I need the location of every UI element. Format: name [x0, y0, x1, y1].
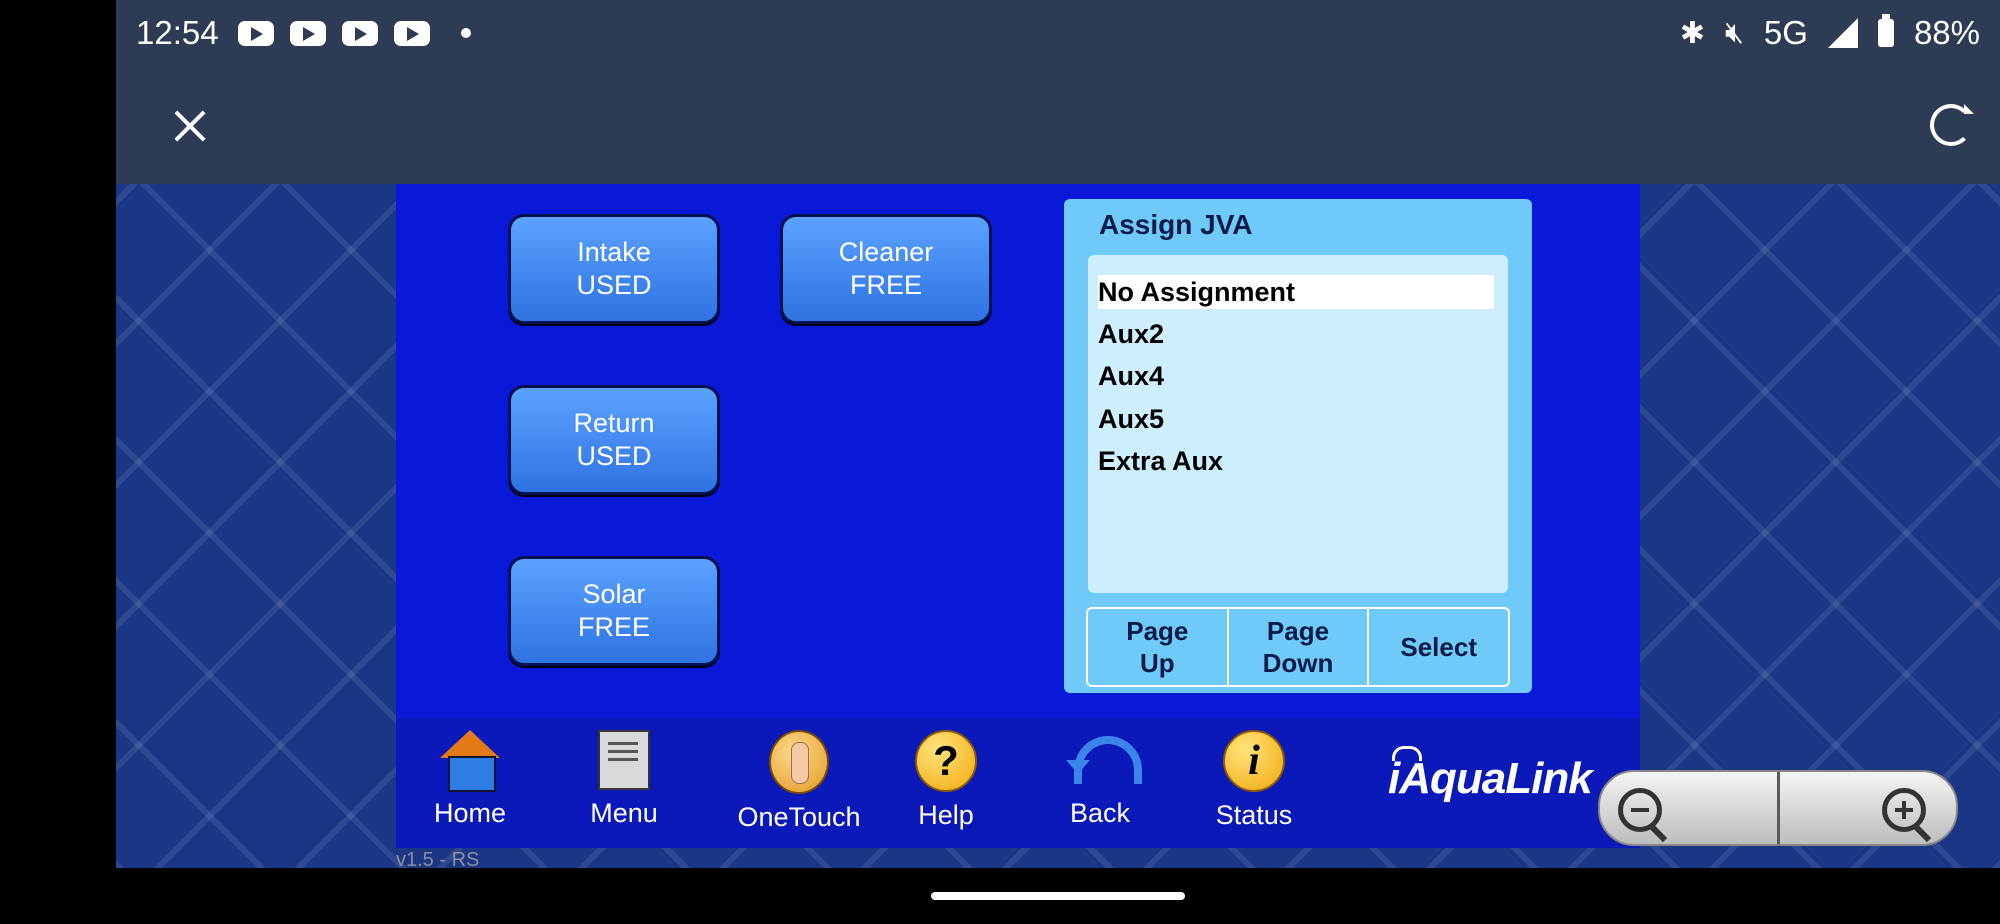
youtube-icon	[238, 21, 274, 46]
reload-icon[interactable]	[1930, 104, 1974, 146]
solar-button[interactable]: Solar FREE	[508, 556, 720, 666]
button-label: Down	[1262, 648, 1334, 678]
zoom-in-button[interactable]	[1780, 772, 1957, 844]
bluetooth-icon: ✱	[1679, 16, 1705, 50]
button-state: USED	[576, 270, 652, 300]
assignment-list[interactable]: No Assignment Aux2 Aux4 Aux5 Extra Aux	[1088, 255, 1508, 593]
zoom-out-icon	[1618, 788, 1662, 832]
list-item[interactable]: No Assignment	[1098, 275, 1494, 309]
system-nav-bar	[0, 868, 2000, 924]
zoom-in-icon	[1882, 788, 1926, 832]
youtube-icon	[342, 21, 378, 46]
nav-menu[interactable]: Menu	[564, 730, 684, 829]
back-icon	[1066, 730, 1142, 790]
button-label: Cleaner	[838, 237, 934, 267]
youtube-icon	[290, 21, 326, 46]
select-button[interactable]: Select	[1369, 609, 1508, 685]
more-notifications-dot	[461, 28, 471, 38]
network-type: 5G	[1763, 14, 1808, 51]
assign-jva-dialog: Assign JVA No Assignment Aux2 Aux4 Aux5 …	[1064, 199, 1532, 693]
help-icon: ?	[915, 730, 977, 792]
nav-label: Home	[433, 798, 507, 828]
list-item[interactable]: Aux2	[1098, 317, 1494, 351]
mute-icon: 🔇︎	[1725, 16, 1744, 49]
battery-icon	[1877, 14, 1894, 47]
onetouch-icon	[769, 730, 829, 794]
clock: 12:54	[136, 14, 219, 51]
bottom-nav: Home Menu OneTouch ? Help Back i Status …	[396, 718, 1640, 848]
dialog-title: Assign JVA	[1099, 209, 1253, 240]
list-item[interactable]: Aux4	[1098, 359, 1494, 393]
version-label: v1.5 - RS	[396, 849, 480, 868]
nav-help[interactable]: ? Help	[886, 730, 1006, 831]
list-item[interactable]: Aux5	[1098, 402, 1494, 436]
zoom-out-button[interactable]	[1600, 772, 1780, 844]
nav-label: Menu	[590, 798, 658, 828]
zoom-control	[1598, 770, 1958, 846]
home-icon	[438, 730, 502, 792]
button-label: Return	[573, 408, 655, 438]
cleaner-button[interactable]: Cleaner FREE	[780, 214, 992, 324]
nav-label: Help	[918, 800, 974, 830]
close-icon[interactable]	[162, 98, 218, 154]
webview: Intake USED Cleaner FREE Return USED Sol…	[116, 184, 2000, 868]
button-state: USED	[576, 441, 652, 471]
signal-icon	[1827, 18, 1858, 48]
nav-label: Back	[1069, 798, 1131, 828]
status-bar: 12:54 ✱ 🔇︎ 5G 88%	[116, 0, 2000, 68]
button-label: Select	[1400, 632, 1477, 662]
battery-level: 88%	[1913, 14, 1980, 51]
nav-back[interactable]: Back	[1040, 730, 1160, 829]
list-controls: Page Up Page Down Select	[1086, 607, 1510, 687]
button-state: FREE	[577, 612, 650, 642]
nav-label: OneTouch	[737, 802, 861, 832]
control-panel: Intake USED Cleaner FREE Return USED Sol…	[396, 184, 1640, 718]
browser-top-bar	[116, 68, 2000, 184]
nav-onetouch[interactable]: OneTouch	[724, 730, 874, 833]
nav-home[interactable]: Home	[410, 730, 530, 829]
page-down-button[interactable]: Page Down	[1229, 609, 1370, 685]
iaqualink-logo: iAquaLink	[1388, 754, 1593, 803]
button-label: Page	[1266, 616, 1330, 646]
list-item[interactable]: Extra Aux	[1098, 444, 1494, 478]
page-up-button[interactable]: Page Up	[1088, 609, 1229, 685]
button-label: Page	[1126, 616, 1189, 646]
button-label: Intake	[577, 237, 651, 267]
button-state: FREE	[849, 270, 922, 300]
youtube-icon	[394, 21, 430, 46]
home-gesture-handle[interactable]	[931, 892, 1185, 900]
return-button[interactable]: Return USED	[508, 385, 720, 495]
menu-icon	[598, 730, 650, 790]
button-label: Solar	[582, 579, 646, 609]
intake-button[interactable]: Intake USED	[508, 214, 720, 324]
button-label: Up	[1140, 648, 1175, 678]
info-icon: i	[1223, 730, 1285, 792]
nav-label: Status	[1215, 800, 1293, 830]
nav-status[interactable]: i Status	[1194, 730, 1314, 831]
